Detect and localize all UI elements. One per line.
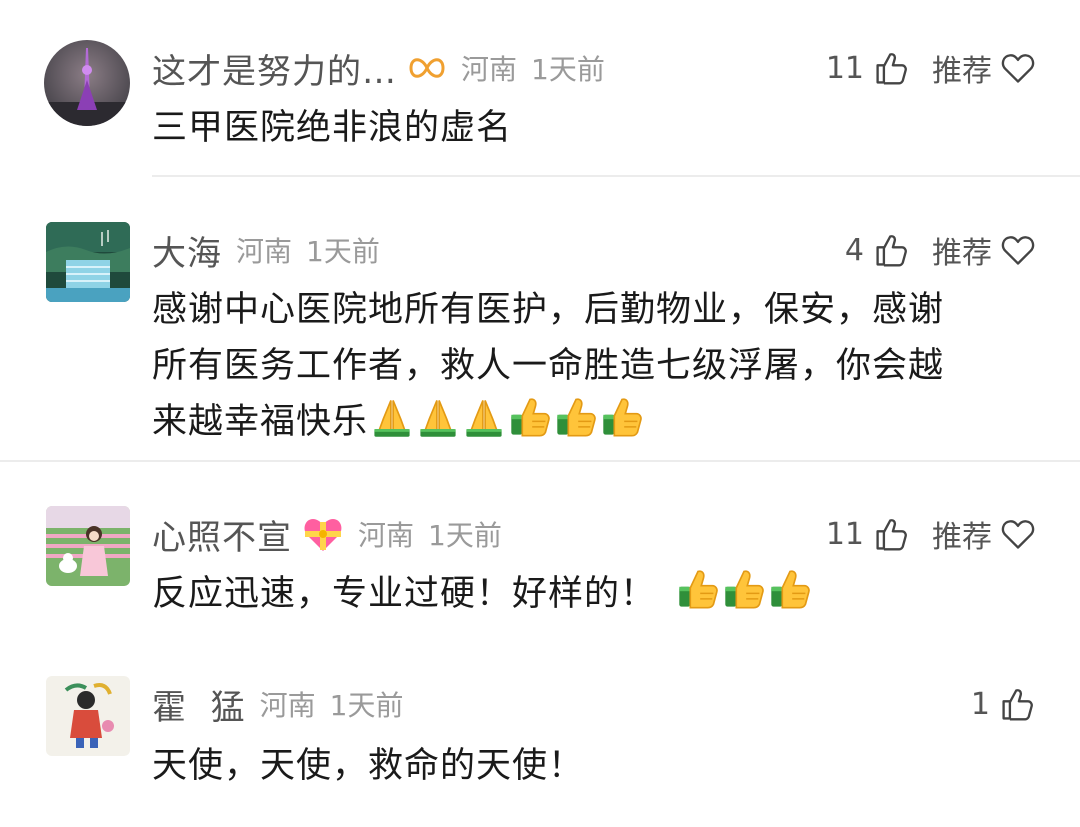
user-region: 河南 [236, 235, 293, 268]
username[interactable]: 大海 [152, 226, 222, 275]
user-region: 河南 [259, 689, 316, 722]
infinity-badge-icon [407, 53, 447, 83]
comment-text-line: 来越幸福快乐 [152, 394, 1040, 450]
like-button[interactable] [874, 50, 910, 86]
user-region: 河南 [358, 519, 415, 552]
comment-text: 感谢中心医院地所有医护，后勤物业，保安，感谢 所有医务工作者，救人一命胜造七级浮… [152, 282, 1040, 450]
like-count: 11 [825, 516, 864, 552]
divider [152, 175, 1080, 177]
thumbs-up-icon [874, 232, 910, 268]
recommend-button[interactable]: 推荐 [932, 46, 992, 90]
like-count: 4 [844, 232, 864, 268]
comment-text-segment: 来越幸福快乐 [152, 402, 369, 442]
folded-hands-emoji [462, 395, 506, 439]
user-avatar[interactable] [46, 676, 130, 756]
comment-text-line: 所有医务工作者，救人一命胜造七级浮屠，你会越 [152, 346, 945, 386]
divider [0, 460, 1080, 462]
comment-text: 三甲医院绝非浪的虚名 [152, 108, 513, 148]
thumbs-up-emoji [722, 567, 766, 611]
thumbs-up-emoji [768, 567, 812, 611]
username[interactable]: 霍 猛 [152, 680, 246, 729]
comment-time: 1天前 [531, 53, 605, 86]
comment-time: 1天前 [329, 689, 404, 722]
recommend-button[interactable]: 推荐 [932, 512, 992, 556]
like-button[interactable] [874, 232, 910, 268]
heart-with-ribbon-icon [302, 514, 344, 554]
user-avatar[interactable] [46, 222, 130, 302]
heart-icon [1000, 232, 1036, 268]
heart-icon [1000, 516, 1036, 552]
username[interactable]: 这才是努力的… [152, 44, 397, 93]
thumbs-up-icon [1000, 686, 1036, 722]
folded-hands-emoji [416, 395, 460, 439]
comment-time: 1天前 [306, 235, 380, 268]
comment-text: 天使，天使，救命的天使！ [152, 746, 585, 786]
comment-time: 1天前 [428, 519, 502, 552]
like-count: 1 [970, 686, 990, 722]
heart-button[interactable] [1000, 516, 1036, 552]
comment-text-segment: 反应迅速，专业过硬！好样的！ [152, 574, 657, 614]
recommend-button[interactable]: 推荐 [932, 228, 992, 272]
like-button[interactable] [874, 516, 910, 552]
comment-text-line: 感谢中心医院地所有医护，后勤物业，保安，感谢 [152, 290, 945, 330]
username[interactable]: 心照不宣 [152, 510, 292, 559]
thumbs-up-icon [874, 516, 910, 552]
thumbs-up-icon [874, 50, 910, 86]
user-region: 河南 [461, 53, 518, 86]
thumbs-up-emoji [676, 567, 720, 611]
user-avatar[interactable] [46, 506, 130, 586]
like-count: 11 [825, 50, 864, 86]
heart-button[interactable] [1000, 232, 1036, 268]
user-avatar[interactable] [44, 40, 130, 126]
heart-button[interactable] [1000, 50, 1036, 86]
thumbs-up-emoji [554, 395, 598, 439]
thumbs-up-emoji [600, 395, 644, 439]
folded-hands-emoji [370, 395, 414, 439]
heart-icon [1000, 50, 1036, 86]
like-button[interactable] [1000, 686, 1036, 722]
comment-text: 反应迅速，专业过硬！好样的！ [152, 566, 1040, 622]
thumbs-up-emoji [508, 395, 552, 439]
